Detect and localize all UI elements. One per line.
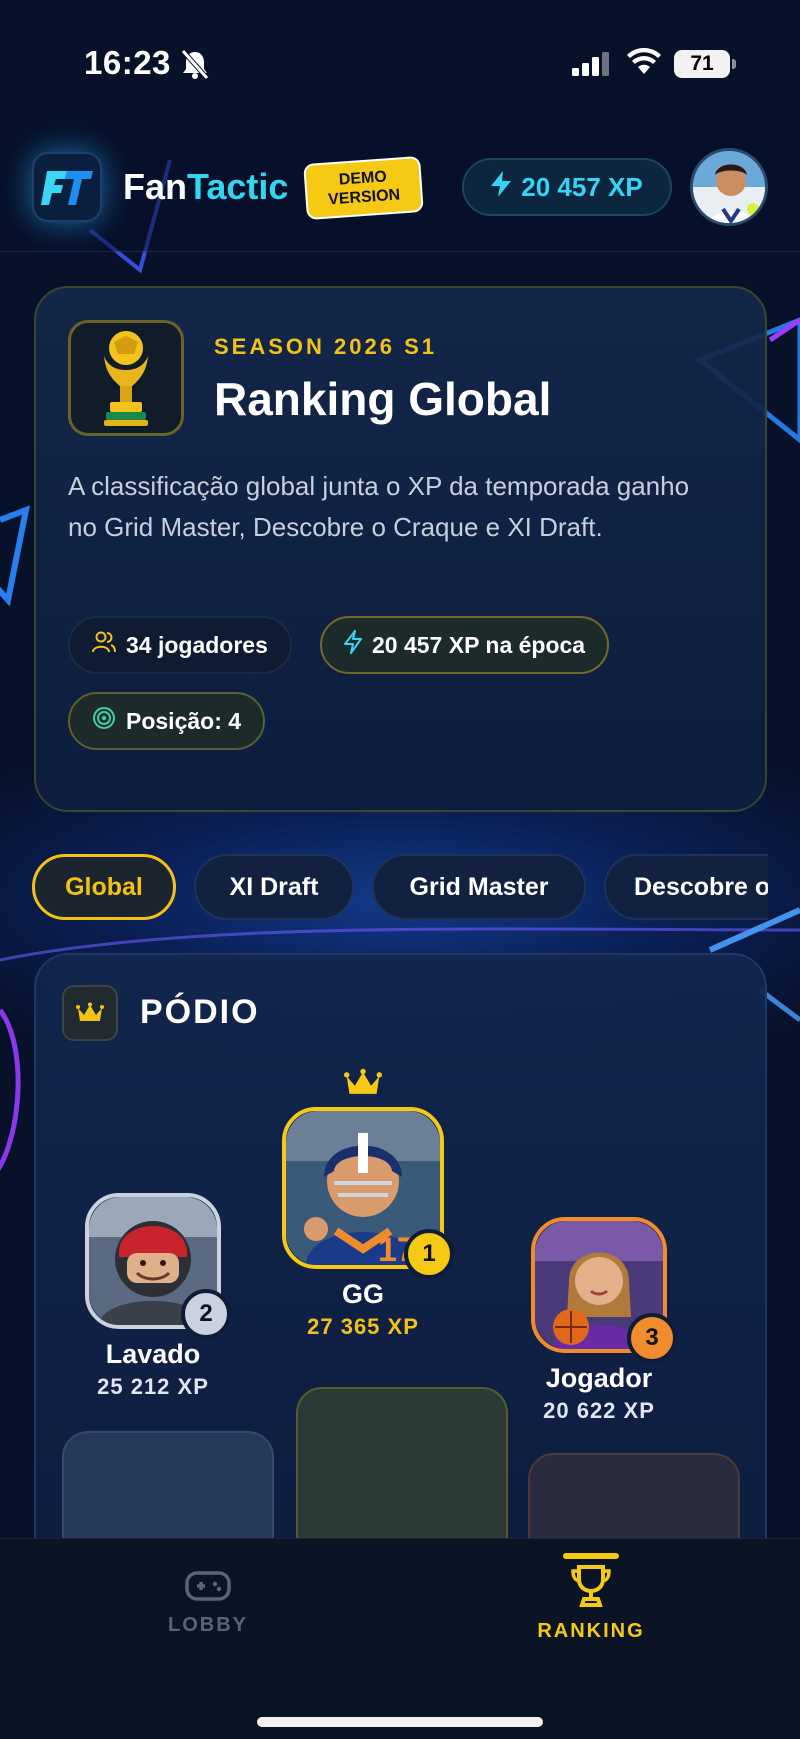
player-name: Lavado [105, 1339, 201, 1369]
app-name-fan: Fan [123, 166, 188, 207]
avatar: 3 [531, 1217, 677, 1363]
app-header: FanTactic DEMO VERSION 20 457 XP [0, 130, 800, 252]
status-time: 16:23 [84, 44, 171, 81]
season-xp-value: 20 457 XP na época [372, 631, 586, 658]
users-icon [92, 631, 116, 659]
podium-card: PÓDIO 17 1 GG 27 365 XP 2 Lavado 25 212 … [34, 953, 767, 1553]
season-xp-chip: 20 457 XP na época [320, 616, 610, 674]
rank-badge: 1 [404, 1229, 454, 1279]
lightning-icon [491, 170, 512, 204]
podium-player-2[interactable]: 2 Lavado 25 212 XP [68, 1193, 238, 1400]
user-avatar[interactable] [690, 148, 768, 226]
season-description: A classificação global junta o XP da tem… [68, 471, 690, 542]
wifi-icon [626, 47, 662, 81]
cellular-signal-icon [572, 52, 610, 81]
season-card: SEASON 2026 S1 Ranking Global A classifi… [34, 286, 767, 812]
app-name: FanTactic [123, 166, 288, 208]
nav-lobby-label: LOBBY [168, 1614, 248, 1636]
season-label: SEASON 2026 S1 [214, 334, 437, 359]
tab-descobre-o-craque[interactable]: Descobre o Craque [604, 854, 768, 920]
tab-xi-draft[interactable]: XI Draft [194, 854, 354, 920]
player-name: GG [341, 1279, 384, 1309]
home-indicator [257, 1717, 543, 1727]
gamepad-icon [185, 1571, 231, 1607]
nav-ranking[interactable]: RANKING [491, 1553, 691, 1643]
trophy-icon [68, 320, 184, 436]
pedestal-2 [62, 1431, 274, 1553]
xp-balance-value: 20 457 XP [521, 171, 643, 202]
bell-slash-icon [180, 48, 210, 85]
player-xp: 27 365 XP [307, 1314, 419, 1339]
players-count: 34 jogadores [126, 631, 268, 658]
bottom-nav: LOBBY RANKING [0, 1538, 800, 1739]
avatar: 2 [85, 1193, 231, 1339]
players-count-chip: 34 jogadores [68, 616, 292, 674]
status-bar: 16:23 71 [0, 0, 800, 130]
tab-grid-master[interactable]: Grid Master [372, 854, 586, 920]
player-name: Jogador [545, 1363, 653, 1393]
rank-badge: 2 [181, 1289, 231, 1339]
podium-player-3[interactable]: 3 Jogador 20 622 XP [514, 1217, 684, 1424]
nav-ranking-label: RANKING [537, 1620, 645, 1642]
crown-icon [62, 985, 118, 1041]
target-icon [92, 706, 116, 736]
xp-balance-pill[interactable]: 20 457 XP [462, 158, 672, 216]
avatar: 17 1 [282, 1107, 454, 1279]
trophy-icon [571, 1565, 611, 1613]
player-xp: 20 622 XP [543, 1398, 655, 1423]
crown-icon [268, 1067, 458, 1107]
rank-badge: 3 [627, 1313, 677, 1363]
player-xp: 25 212 XP [97, 1374, 209, 1399]
battery-indicator: 71 [674, 50, 736, 78]
app-name-tactic: Tactic [187, 166, 289, 207]
nav-lobby[interactable]: LOBBY [108, 1569, 308, 1637]
lightning-icon [344, 630, 362, 660]
podium-player-1[interactable]: 17 1 GG 27 365 XP [268, 1067, 458, 1340]
pedestal-1 [296, 1387, 508, 1553]
position-chip: Posição: 4 [68, 692, 266, 750]
page-title: Ranking Global [214, 373, 552, 425]
ft-logo-icon[interactable] [32, 152, 102, 222]
ranking-tabs: Global XI Draft Grid Master Descobre o C… [32, 854, 768, 920]
tab-global[interactable]: Global [32, 854, 176, 920]
position-value: Posição: 4 [126, 707, 242, 734]
podium-title: PÓDIO [140, 993, 260, 1031]
active-indicator [563, 1553, 619, 1559]
demo-version-badge: DEMO VERSION [303, 155, 424, 221]
